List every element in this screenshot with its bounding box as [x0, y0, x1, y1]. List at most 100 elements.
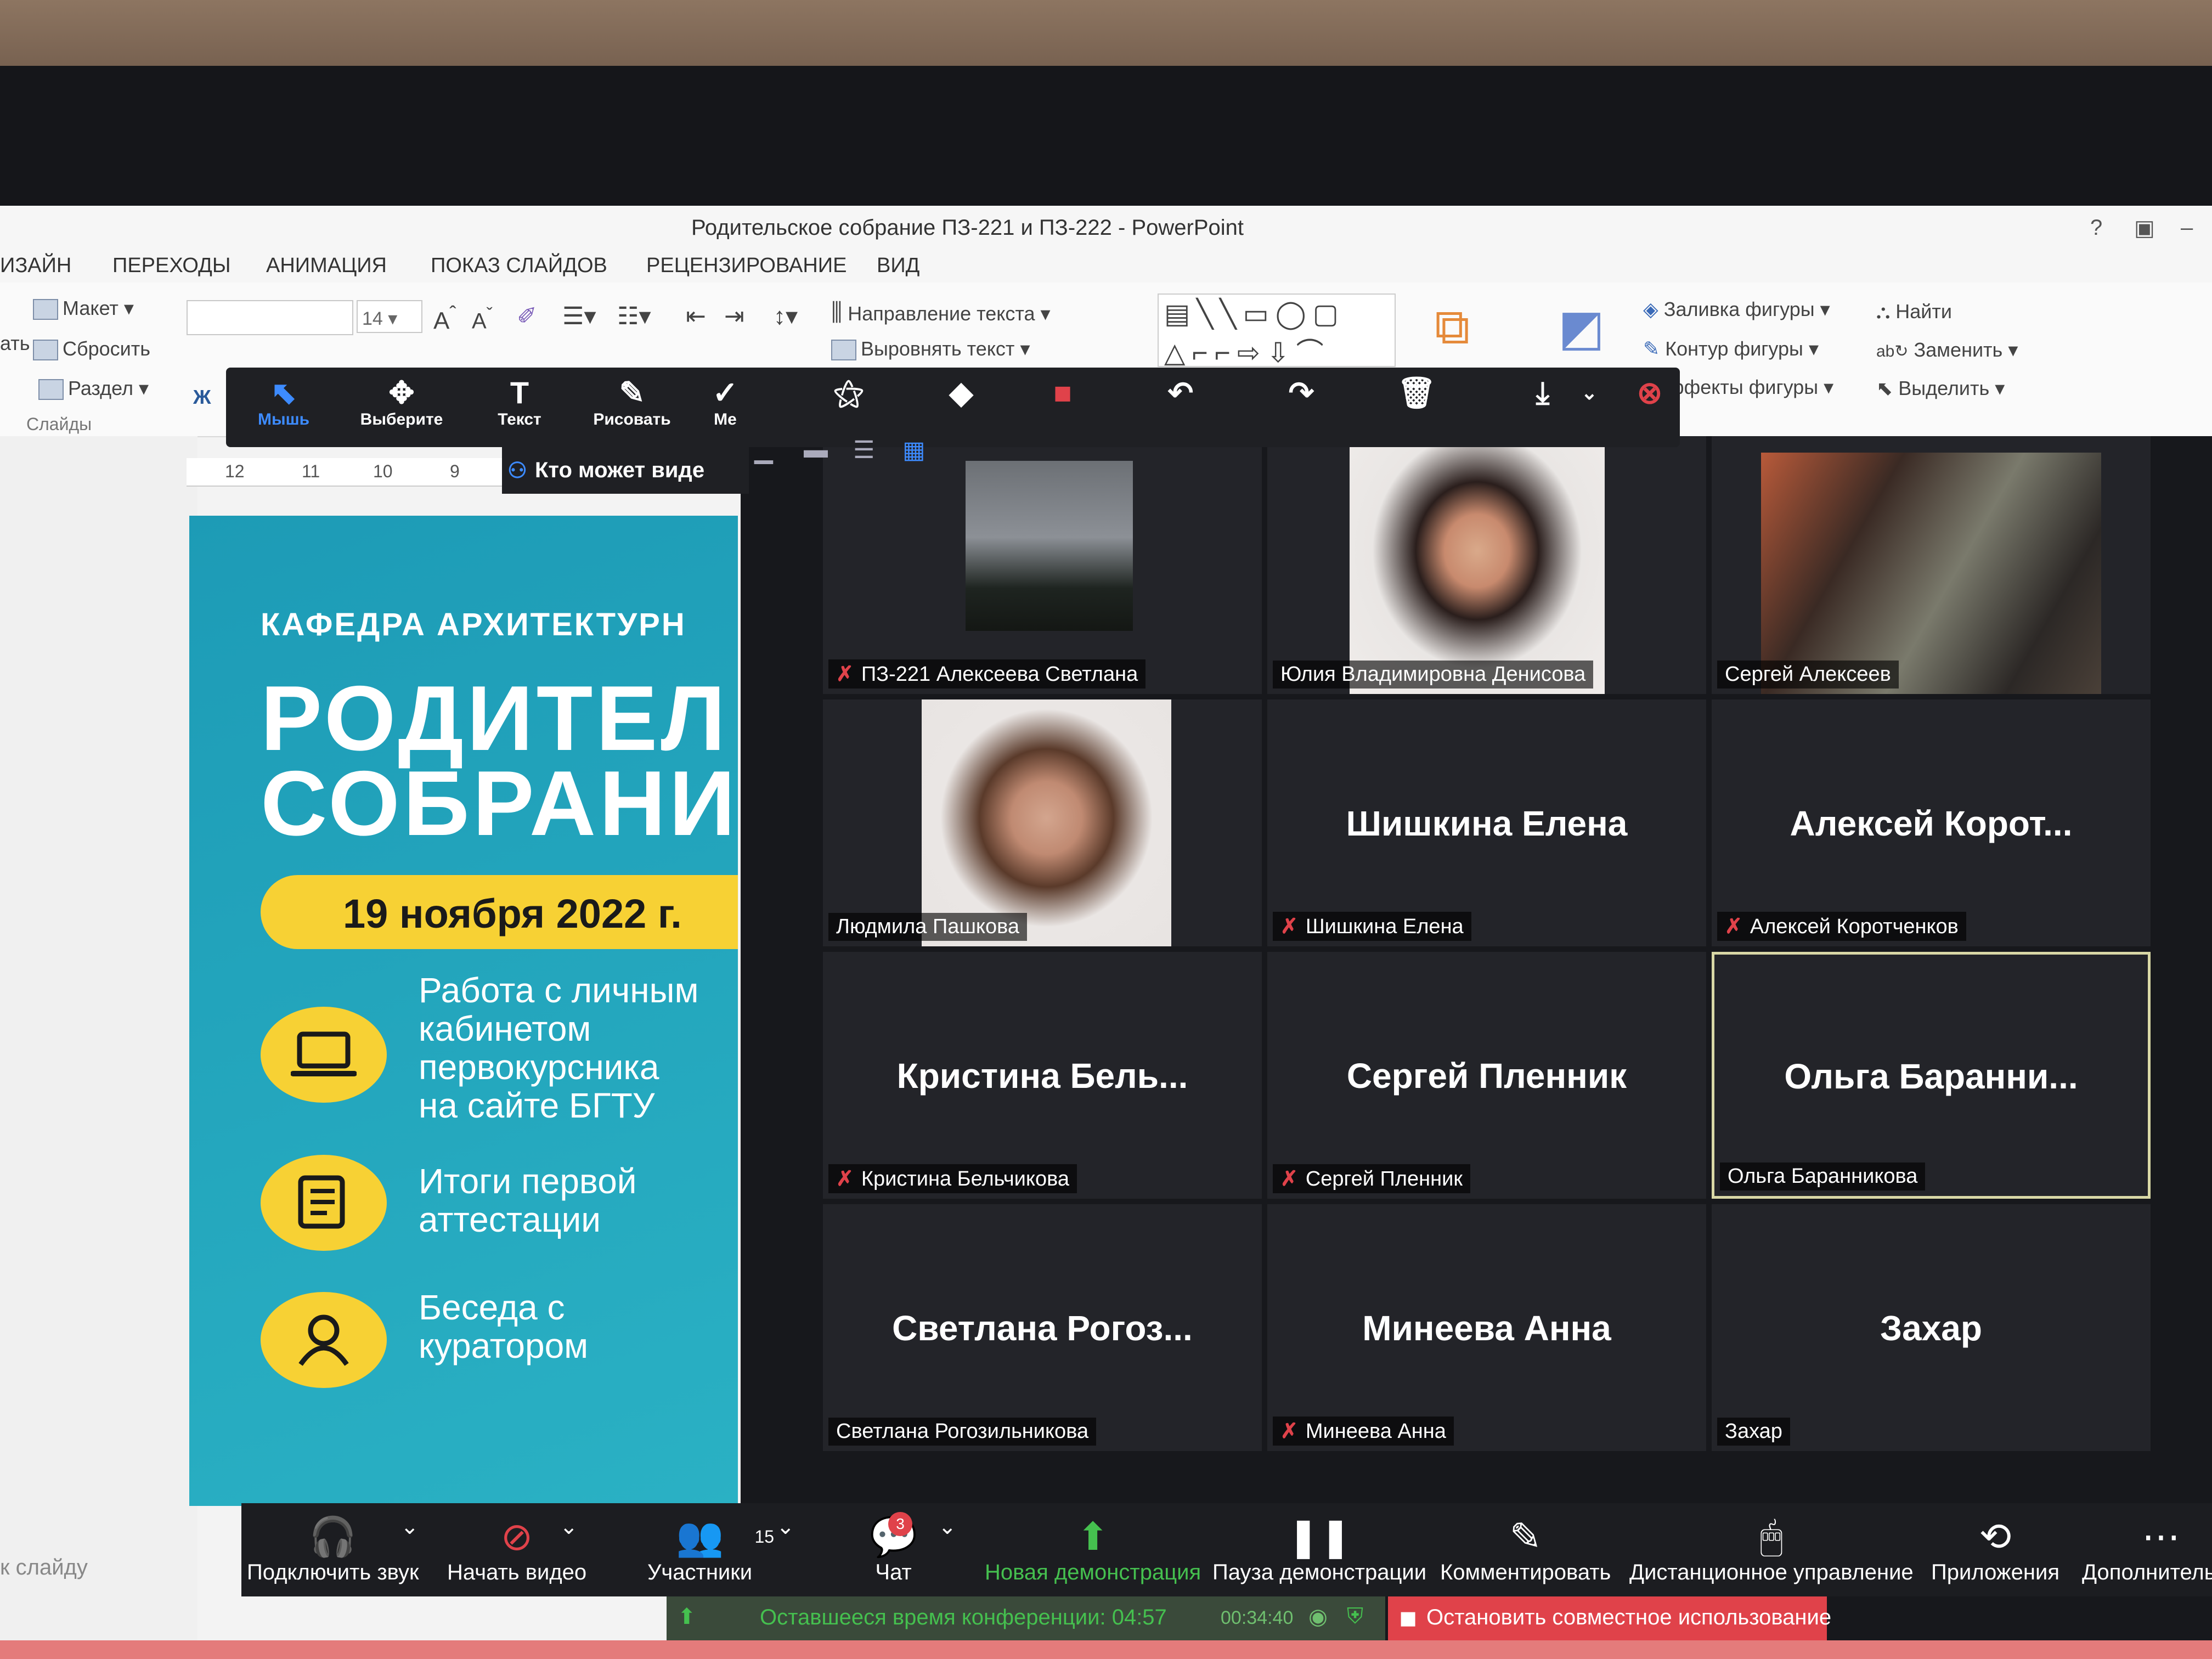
new-share-button[interactable]: ⬆ Новая демонстрация — [985, 1513, 1201, 1585]
select-button[interactable]: ⬉ Выделить ▾ — [1876, 377, 2005, 400]
numbering-icon[interactable]: ☷▾ — [617, 302, 651, 330]
slides-pane[interactable] — [0, 436, 198, 1659]
section-button[interactable]: Раздел ▾ — [38, 377, 149, 400]
spotlight-tool[interactable]: ⚝ — [827, 375, 871, 410]
meeting-remaining-time: Оставшееся время конференции: 04:57 — [760, 1605, 1167, 1629]
participant-tile[interactable]: Минеева Анна ✗ Минеева Анна — [1267, 1204, 1706, 1451]
audio-options-chevron-icon[interactable]: ⌄ — [400, 1514, 419, 1539]
muted-mic-icon: ✗ — [1280, 915, 1298, 938]
participant-label: Захар — [1717, 1418, 1790, 1446]
participant-label: ✗ ПЗ-221 Алексеева Светлана — [828, 659, 1146, 689]
stamp-tool[interactable]: ✓ Ме — [709, 375, 742, 429]
video-options-chevron-icon[interactable]: ⌄ — [560, 1514, 578, 1539]
annotate-button[interactable]: ✎ Комментировать — [1440, 1513, 1611, 1585]
join-audio-button[interactable]: 🎧 Подключить звук — [247, 1513, 419, 1585]
tab-design[interactable]: ИЗАЙН — [0, 254, 71, 278]
participant-tile[interactable]: Светлана Рогоз... Светлана Рогозильников… — [823, 1204, 1262, 1451]
participant-label: ✗ Сергей Пленник — [1273, 1164, 1470, 1193]
shapes-gallery[interactable]: ▤╲╲▭◯▢ △⌐⌐⇨⇩⌒ — [1158, 294, 1396, 368]
remote-control-button[interactable]: 🖱 Дистанционное управление — [1629, 1513, 1914, 1585]
find-button[interactable]: ⛬ Найти — [1876, 300, 1952, 324]
shrink-font-icon[interactable]: Aˇ — [472, 304, 493, 334]
tab-view[interactable]: ВИД — [877, 254, 919, 278]
eraser-tool[interactable]: ◆ — [939, 375, 983, 410]
clear-format-icon[interactable]: ✐ — [517, 302, 537, 330]
increase-indent-icon[interactable]: ⇥ — [724, 302, 744, 330]
status-dot-icon: ◉ — [1308, 1605, 1328, 1629]
participant-tile[interactable]: Кристина Бель... ✗ Кристина Бельчикова — [823, 952, 1262, 1199]
line-spacing-icon[interactable]: ↕▾ — [774, 302, 798, 330]
chat-options-chevron-icon[interactable]: ⌄ — [938, 1514, 957, 1539]
participant-tile[interactable]: Захар Захар — [1712, 1204, 2151, 1451]
participant-label: Светлана Рогозильникова — [828, 1418, 1097, 1446]
pause-share-button[interactable]: ❚❚ Пауза демонстрации — [1212, 1513, 1426, 1585]
more-button[interactable]: ⋯Дополнительно — [2082, 1513, 2212, 1585]
view-gallery-icon[interactable]: ▦ — [902, 436, 926, 464]
participant-name: Шишкина Елена — [1346, 804, 1628, 843]
shape-fill-button[interactable]: ◈ Заливка фигуры ▾ — [1643, 298, 1830, 321]
participant-label: Юлия Владимировна Денисова — [1273, 661, 1594, 689]
ruler-tick: 10 — [373, 461, 393, 481]
shape-outline-button[interactable]: ✎ Контур фигуры ▾ — [1643, 337, 1819, 360]
reset-button[interactable]: Сбросить — [33, 337, 150, 361]
participant-tile-active-speaker[interactable]: Ольга Баранни... Ольга Баранникова — [1712, 952, 2151, 1199]
mouse-tool[interactable]: ⬉ Мышь — [253, 375, 314, 429]
participant-tile[interactable]: ✗ ПЗ-221 Алексеева Светлана — [823, 436, 1262, 694]
participant-tile[interactable]: Алексей Корот... ✗ Алексей Коротченков — [1712, 699, 2151, 946]
quick-styles-icon[interactable]: ◩ — [1558, 299, 1605, 357]
arrange-icon[interactable]: ⧉ — [1435, 299, 1470, 356]
participant-tile[interactable]: Сергей Алексеев — [1712, 436, 2151, 694]
tab-review[interactable]: РЕЦЕНЗИРОВАНИЕ — [646, 254, 847, 278]
view-minimize-icon[interactable]: ▁ — [754, 436, 773, 464]
apps-button[interactable]: ⟲ Приложения — [1931, 1513, 2059, 1585]
font-family-field[interactable] — [187, 300, 353, 335]
close-annotation-button[interactable]: ⊗ — [1630, 375, 1669, 410]
chat-button[interactable]: 💬 3 Чат — [870, 1512, 917, 1585]
color-tool[interactable]: ■ — [1038, 375, 1087, 410]
font-size-field[interactable]: 14 ▾ — [357, 300, 422, 333]
redo-tool[interactable]: ↷ — [1279, 375, 1323, 410]
bold-button[interactable]: Ж — [193, 386, 211, 409]
draw-tool[interactable]: ✎ Рисовать — [588, 375, 676, 429]
bullets-icon[interactable]: ☰▾ — [562, 302, 596, 330]
share-up-arrow-icon: ⬆ — [1076, 1515, 1109, 1558]
help-button[interactable]: ? — [2090, 216, 2102, 240]
participant-tile[interactable]: Людмила Пашкова — [823, 699, 1262, 946]
save-options[interactable]: ⌄ — [1576, 375, 1603, 410]
magic-wand-icon: ⚝ — [833, 375, 864, 410]
layout-button[interactable]: Макет ▾ — [33, 297, 134, 320]
participants-options-chevron-icon[interactable]: ⌄ — [776, 1514, 795, 1539]
select-tool[interactable]: ✥ Выберите — [358, 375, 445, 429]
shield-icon: ⛨ — [1347, 1604, 1363, 1628]
pen-icon: ✎ — [1509, 1515, 1542, 1558]
text-tool[interactable]: T Текст — [489, 375, 550, 429]
minimize-button[interactable]: – — [2181, 216, 2193, 240]
participant-tile[interactable]: Юлия Владимировна Денисова — [1267, 436, 1706, 694]
clear-tool[interactable]: 🗑 — [1395, 375, 1438, 410]
tab-slideshow[interactable]: ПОКАЗ СЛАЙДОВ — [431, 254, 607, 278]
who-can-see-button[interactable]: ⚇ Кто может виде — [502, 447, 749, 494]
view-speaker-icon[interactable]: ▬ — [804, 436, 828, 464]
participant-tile[interactable]: Сергей Пленник ✗ Сергей Пленник — [1267, 952, 1706, 1199]
participants-button[interactable]: 👥 15 Участники — [647, 1513, 774, 1585]
replace-button[interactable]: ab↻ Заменить ▾ — [1876, 338, 2018, 362]
restore-button[interactable]: ▣ — [2134, 216, 2155, 241]
participants-icon: 👥 15 — [647, 1513, 774, 1560]
redo-icon: ↷ — [1288, 375, 1314, 410]
shape-effects-button[interactable]: ффекты фигуры ▾ — [1668, 376, 1833, 399]
decrease-indent-icon[interactable]: ⇤ — [686, 302, 706, 330]
stop-share-button[interactable]: ◼ Остановить совместное использование — [1388, 1596, 1831, 1640]
view-split-icon[interactable]: ☰ — [853, 436, 874, 464]
grow-font-icon[interactable]: Aˆ — [433, 302, 456, 335]
tab-transitions[interactable]: ПЕРЕХОДЫ — [112, 254, 231, 278]
muted-mic-icon: ✗ — [1725, 915, 1742, 938]
slide-canvas[interactable]: КАФЕДРА АРХИТЕКТУРН РОДИТЕЛ СОБРАНИ 19 н… — [189, 516, 738, 1506]
save-tool[interactable]: ⤓ — [1521, 375, 1565, 410]
zoom-toolbar: 🎧 Подключить звук ⌄ ⊘ Начать видео ⌄ 👥 15 Уч… — [241, 1503, 2212, 1596]
tab-animation[interactable]: АНИМАЦИЯ — [266, 254, 387, 278]
participant-tile[interactable]: Шишкина Елена ✗ Шишкина Елена — [1267, 699, 1706, 946]
scroll-icon — [261, 1155, 387, 1251]
align-text-button[interactable]: Выровнять текст ▾ — [831, 337, 1030, 361]
text-direction-button[interactable]: ⫼ Направление текста ▾ — [831, 299, 1051, 326]
undo-tool[interactable]: ↶ — [1159, 375, 1203, 410]
